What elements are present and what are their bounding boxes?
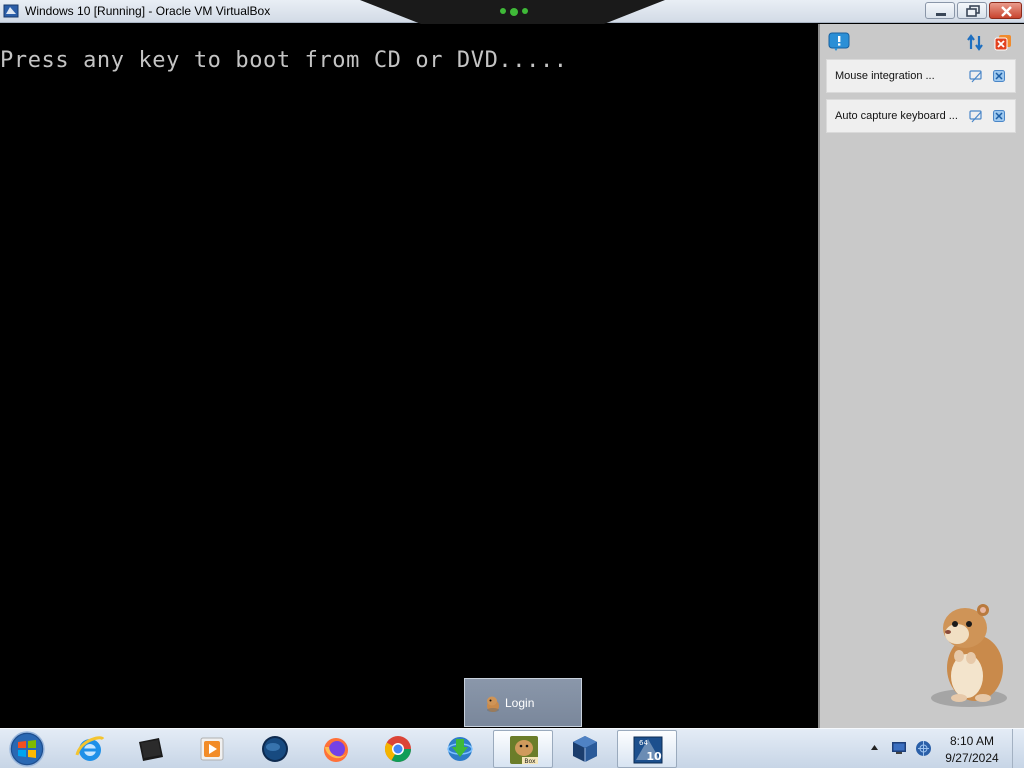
tray-chevron-icon[interactable] xyxy=(870,743,879,752)
notification-mouse-integration[interactable]: Mouse integration ... xyxy=(826,59,1016,93)
notification-text: Mouse integration ... xyxy=(835,70,935,82)
vm-arch-badge: 64 xyxy=(639,739,648,747)
clock-date[interactable]: 9/27/2024 xyxy=(936,751,1008,765)
hamster-small-icon xyxy=(487,696,499,712)
taskbar-media-player[interactable] xyxy=(182,730,242,768)
internet-download-manager-icon xyxy=(447,737,473,761)
monitor-icon[interactable] xyxy=(891,741,907,755)
taskbar-hamster-box[interactable]: Box xyxy=(493,730,553,768)
notification-text: Auto capture keyboard ... xyxy=(835,110,958,122)
taskbar-terminal[interactable] xyxy=(121,730,181,768)
window-title: Windows 10 [Running] - Oracle VM Virtual… xyxy=(25,4,271,18)
internet-explorer-icon xyxy=(75,736,105,761)
close-all-icon[interactable] xyxy=(994,34,1012,51)
restore-button[interactable] xyxy=(957,2,987,19)
taskbar-internet-explorer[interactable] xyxy=(60,730,120,768)
close-icon[interactable] xyxy=(993,110,1005,122)
minimize-button[interactable] xyxy=(925,2,955,19)
close-icon xyxy=(1001,6,1012,17)
hamster-box-badge: Box xyxy=(524,758,536,765)
restore-icon xyxy=(966,5,980,17)
guest-display[interactable]: Press any key to boot from CD or DVD....… xyxy=(0,24,818,728)
show-desktop-button[interactable] xyxy=(1012,729,1024,768)
terminal-icon xyxy=(139,738,163,761)
clock-time[interactable]: 8:10 AM xyxy=(936,734,1008,748)
chrome-icon xyxy=(384,736,412,763)
minimize-icon xyxy=(936,13,946,16)
taskbar-chrome[interactable] xyxy=(368,730,428,768)
close-button[interactable] xyxy=(989,2,1022,19)
close-icon[interactable] xyxy=(993,70,1005,82)
virtualbox-vm-icon xyxy=(3,4,19,18)
taskbar-virtualbox-manager[interactable] xyxy=(555,730,615,768)
taskbar: Box 64 10 8:10 AM 9/27/2024 xyxy=(0,728,1024,768)
firefox-icon xyxy=(324,738,348,762)
virtualbox-manager-icon xyxy=(573,736,597,762)
media-player-icon xyxy=(200,737,224,761)
hamster-box-icon: Box xyxy=(510,736,538,765)
do-not-show-icon[interactable] xyxy=(969,110,983,123)
windows-start-orb[interactable] xyxy=(6,730,48,768)
boot-message: Press any key to boot from CD or DVD....… xyxy=(0,48,568,73)
taskbar-download-manager[interactable] xyxy=(430,730,490,768)
do-not-show-icon[interactable] xyxy=(969,70,983,83)
vm-version-badge: 10 xyxy=(646,750,662,763)
taskbar-firefox[interactable] xyxy=(306,730,366,768)
notification-auto-capture-keyboard[interactable]: Auto capture keyboard ... xyxy=(826,99,1016,133)
help-icon[interactable] xyxy=(828,32,850,52)
taskbar-thumbnail-popup[interactable]: Login xyxy=(464,678,582,727)
network-icon[interactable] xyxy=(915,740,932,757)
popup-label: Login xyxy=(505,696,535,710)
notification-center-panel: Mouse integration ... Auto capture keybo… xyxy=(818,24,1024,728)
globe-icon xyxy=(262,736,288,762)
sort-arrows-icon[interactable] xyxy=(966,34,984,51)
taskbar-globe-app[interactable] xyxy=(245,730,305,768)
hamster-mascot xyxy=(931,604,1007,707)
mini-toolbar-indicator-icon[interactable] xyxy=(497,5,531,17)
window-titlebar[interactable]: Windows 10 [Running] - Oracle VM Virtual… xyxy=(0,0,1024,24)
taskbar-windows10-vm[interactable]: 64 10 xyxy=(617,730,677,768)
windows10-vm-icon: 64 10 xyxy=(633,736,663,764)
